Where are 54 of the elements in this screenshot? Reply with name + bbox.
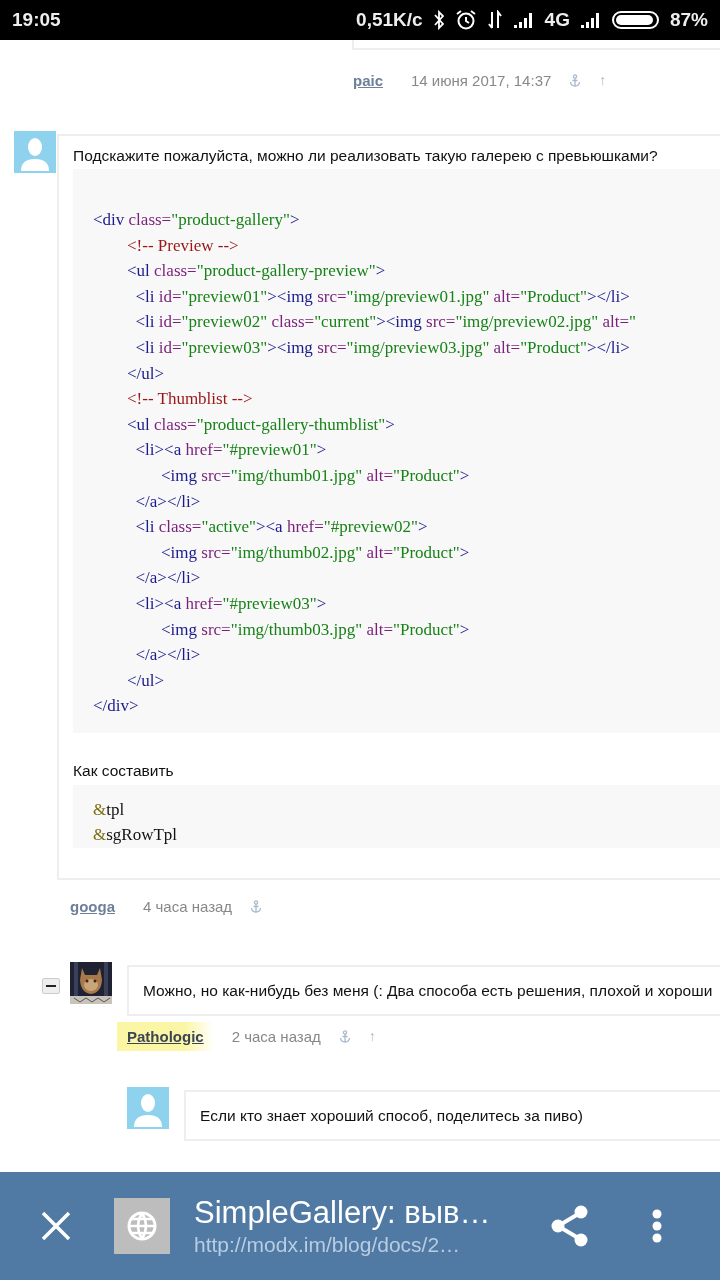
network-type: 4G [544, 9, 570, 31]
code-line: </ul> [126, 362, 166, 385]
code-line: <img src="img/thumb01.jpg" alt="Product"> [160, 464, 471, 487]
signal-icon [512, 11, 535, 29]
code-line: <ul class="product-gallery-thumblist"> [126, 413, 396, 436]
comment-date: 4 часа назад [143, 897, 233, 915]
comment-text: Если кто знает хороший способ, поделитесь за пиво) [200, 1106, 584, 1126]
author-link[interactable]: Pathologic [117, 1021, 214, 1051]
signal-icon [579, 11, 602, 29]
clock: 19:05 [12, 9, 61, 31]
author-link[interactable]: paic [353, 65, 393, 95]
code-line: <img src="img/thumb02.jpg" alt="Product"> [160, 541, 471, 564]
code-line: <li id="preview02" class="current"><img src="img/preview02.jpg" alt=" [134, 311, 638, 334]
globe-icon [114, 1198, 170, 1254]
code-line: </div> [93, 695, 140, 718]
share-icon[interactable] [550, 1205, 590, 1247]
battery-level: 87% [669, 9, 708, 31]
code-line: <div class="product-gallery"> [93, 209, 301, 231]
page-title: SimpleGallery: выв… [194, 1195, 492, 1231]
comment-date: 2 часа назад [231, 1027, 321, 1045]
data-arrows-icon [486, 10, 503, 30]
more-icon[interactable] [652, 1209, 662, 1243]
comment-text: Подскажите пожалуйста, можно ли реализовать такую галерею с превьюшками? [73, 146, 659, 165]
code-line: <li><a href="#preview03"> [134, 592, 328, 615]
code-line: <img src="img/thumb03.jpg" alt="Product"> [160, 618, 471, 641]
collapse-button[interactable] [42, 978, 60, 995]
code-line: <li class="active"><a href="#preview02"> [134, 516, 429, 539]
code-line: <li id="preview03"><img src="img/preview03.jpg" alt="Product"></li> [134, 336, 631, 359]
code-line: <li id="preview01"><img src="img/preview01.jpg" alt="Product"></li> [134, 285, 631, 308]
avatar-icon [127, 1087, 169, 1130]
code-line: <!-- Preview --> [126, 234, 240, 257]
parent-link[interactable]: ↑ [599, 72, 607, 88]
parent-link[interactable]: ↑ [368, 1028, 376, 1045]
comment-text: Как составить [73, 760, 175, 780]
battery-icon [611, 10, 660, 30]
minus-icon [46, 985, 56, 988]
comment-date: 14 июня 2017, 14:37 [411, 71, 552, 89]
code-line: &sgRowTpl [93, 824, 179, 847]
network-speed: 0,51K/с [356, 9, 423, 31]
code-line: </a></li> [134, 644, 202, 667]
bluetooth-icon [432, 10, 445, 30]
avatar-icon [14, 131, 56, 173]
code-line: </ul> [126, 669, 166, 692]
code-line: <ul class="product-gallery-preview"> [126, 260, 387, 283]
alarm-icon [454, 9, 477, 31]
code-line: <li><a href="#preview01"> [134, 439, 328, 462]
close-icon[interactable] [41, 1211, 71, 1241]
page-url: http://modx.im/blog/docs/2… [194, 1233, 462, 1257]
author-link[interactable]: googa [70, 891, 125, 921]
code-line: </a></li> [134, 567, 202, 590]
code-line: <!-- Thumblist --> [126, 388, 254, 411]
code-line: &tpl [93, 798, 126, 821]
code-line: </a></li> [134, 490, 202, 513]
comment-text: Можно, но как-нибудь без меня (: Два способа есть решения, плохой и хороши [143, 981, 714, 1001]
